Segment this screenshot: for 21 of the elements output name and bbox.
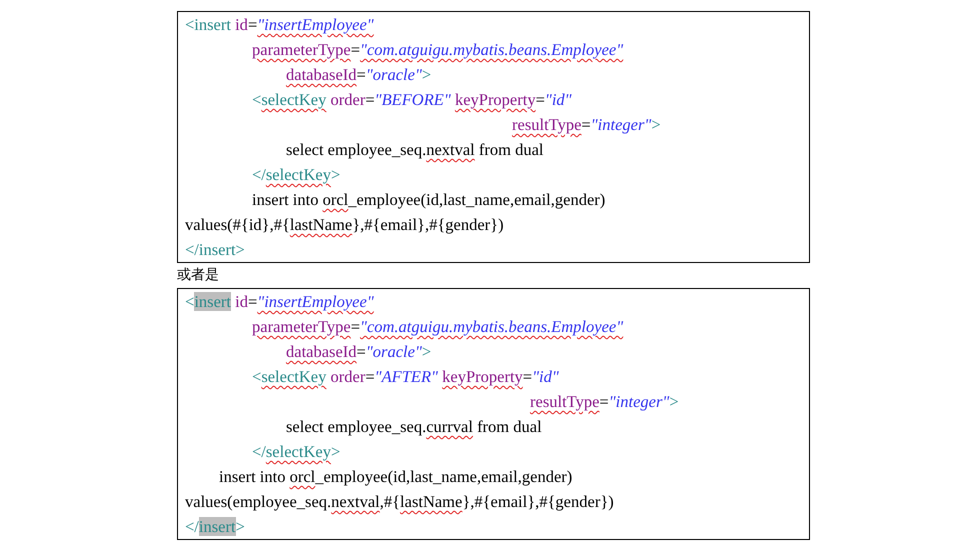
code-line: insert into orcl_employee(id,last_name,email,gender) bbox=[252, 189, 606, 211]
code-line: values(#{id},#{lastName},#{email},#{gender}) bbox=[185, 214, 504, 236]
code-line: parameterType="com.atguigu.mybatis.beans.Employee" bbox=[252, 316, 624, 338]
code-line: </selectKey> bbox=[252, 441, 340, 463]
code-line: databaseId="oracle"> bbox=[286, 64, 432, 86]
code-line: resultType="integer"> bbox=[530, 391, 679, 413]
code-line: <selectKey order="BEFORE" keyProperty="id" bbox=[252, 89, 572, 111]
code-line: </insert> bbox=[185, 516, 245, 538]
code-line: insert into orcl_employee(id,last_name,email,gender) bbox=[219, 466, 572, 488]
code-line: resultType="integer"> bbox=[512, 114, 661, 136]
code-line: select employee_seq.nextval from dual bbox=[286, 139, 544, 161]
code-line: <insert id="insertEmployee" bbox=[185, 14, 374, 36]
code-line: <insert id="insertEmployee" bbox=[185, 291, 374, 313]
paragraph-text: 或者是 bbox=[177, 266, 219, 285]
code-line: parameterType="com.atguigu.mybatis.beans.Employee" bbox=[252, 39, 624, 61]
code-line: </selectKey> bbox=[252, 164, 340, 186]
code-line: values(employee_seq.nextval,#{lastName},#{email},#{gender}) bbox=[185, 491, 614, 513]
code-line: </insert> bbox=[185, 239, 245, 261]
code-line: select employee_seq.currval from dual bbox=[286, 416, 542, 438]
code-line: <selectKey order="AFTER" keyProperty="id" bbox=[252, 366, 559, 388]
code-line: databaseId="oracle"> bbox=[286, 341, 432, 363]
